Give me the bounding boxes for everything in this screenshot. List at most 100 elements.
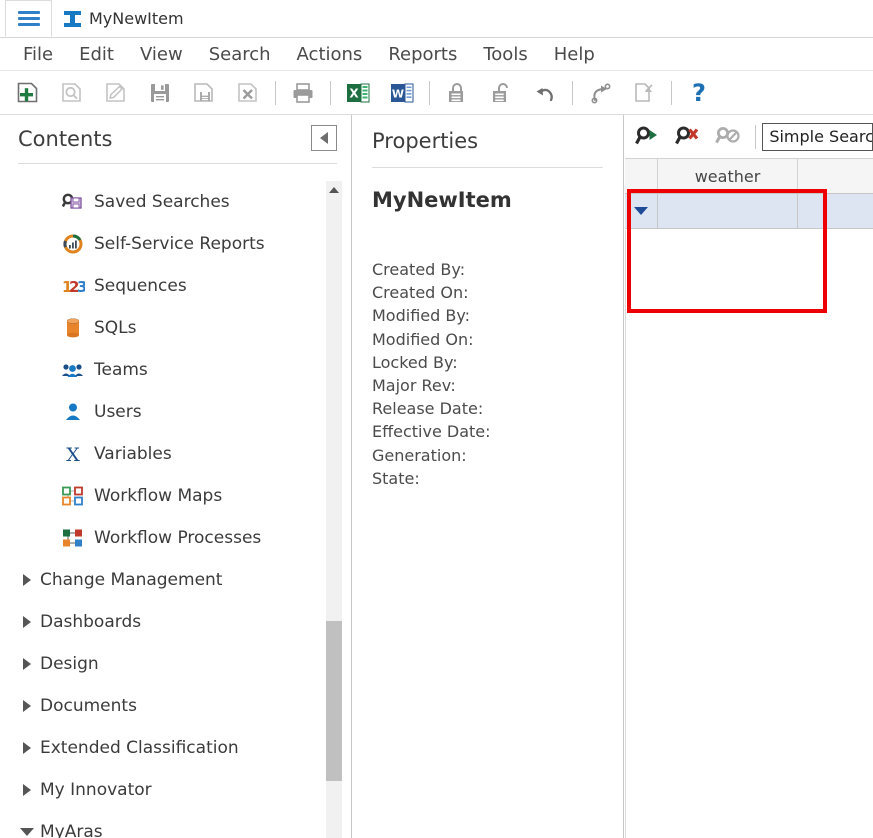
export-excel-button[interactable]: X	[336, 73, 380, 113]
property-major-rev: Major Rev:	[372, 376, 456, 396]
tree-item-sequences[interactable]: 1 2 3 Sequences	[0, 265, 330, 307]
menu-search[interactable]: Search	[196, 43, 284, 66]
menu-view[interactable]: View	[127, 43, 196, 66]
aras-item-icon	[64, 10, 81, 27]
copy-icon	[635, 82, 653, 102]
edit-item-button[interactable]	[94, 73, 138, 113]
search-results-pane: Simple Search weather https://blog.csdn.…	[625, 115, 873, 838]
workflow-processes-icon	[60, 526, 86, 550]
cancel-search-button[interactable]	[709, 117, 749, 157]
tree-item-myaras[interactable]: MyAras	[0, 811, 330, 838]
tree-item-change-management[interactable]: Change Management	[0, 559, 330, 601]
save-as-button[interactable]	[182, 73, 226, 113]
export-word-button[interactable]: W	[380, 73, 424, 113]
workflow-maps-icon	[60, 484, 86, 508]
run-search-icon	[635, 126, 658, 144]
tab-mynewitem[interactable]: MyNewItem	[52, 0, 198, 37]
tree-item-workflow-maps[interactable]: Workflow Maps	[0, 475, 330, 517]
chevron-right-icon[interactable]	[14, 574, 40, 586]
grid-corner-cell[interactable]	[625, 159, 658, 193]
chevron-right-icon[interactable]	[14, 700, 40, 712]
chevron-right-icon[interactable]	[14, 784, 40, 796]
menu-tools[interactable]: Tools	[470, 43, 540, 66]
grid-column-weather[interactable]: weather	[658, 159, 798, 193]
search-mode-select[interactable]: Simple Search	[762, 122, 873, 151]
tree-item-documents[interactable]: Documents	[0, 685, 330, 727]
grid-left-border	[625, 230, 626, 838]
chevron-right-icon[interactable]	[14, 658, 40, 670]
search-toolbar-separator	[755, 124, 757, 149]
unlock-button[interactable]	[479, 73, 523, 113]
tree-item-variables[interactable]: X Variables	[0, 433, 330, 475]
contents-tree: Saved Searches Self-Service Reports 1 2 …	[0, 181, 351, 838]
tree-item-self-service-reports[interactable]: Self-Service Reports	[0, 223, 330, 265]
new-item-button[interactable]	[6, 73, 50, 113]
clear-search-button[interactable]	[669, 117, 709, 157]
tree-item-my-innovator[interactable]: My Innovator	[0, 769, 330, 811]
contents-divider	[18, 163, 337, 164]
toolbar-separator-2	[330, 80, 331, 105]
tree-item-label: Extended Classification	[40, 737, 239, 758]
tree-item-label: SQLs	[94, 317, 137, 338]
property-generation: Generation:	[372, 445, 467, 465]
grid-empty-body	[625, 230, 873, 838]
chevron-down-icon[interactable]	[14, 828, 40, 836]
menu-help[interactable]: Help	[541, 43, 608, 66]
save-as-icon	[194, 82, 213, 102]
search-item-button[interactable]	[50, 73, 94, 113]
property-release-date: Release Date:	[372, 399, 484, 419]
tree-item-dashboards[interactable]: Dashboards	[0, 601, 330, 643]
tree-item-label: Variables	[94, 443, 172, 464]
collapse-contents-button[interactable]	[311, 125, 337, 151]
contents-scrollbar-thumb[interactable]	[326, 621, 342, 781]
grid-cell-weather[interactable]	[658, 194, 798, 228]
tree-item-saved-searches[interactable]: Saved Searches	[0, 181, 330, 223]
menu-actions[interactable]: Actions	[284, 43, 376, 66]
chevron-right-icon[interactable]	[14, 742, 40, 754]
tree-item-extended-classification[interactable]: Extended Classification	[0, 727, 330, 769]
scroll-up-button[interactable]	[326, 181, 342, 198]
tree-item-teams[interactable]: Teams	[0, 349, 330, 391]
search-item-icon	[62, 82, 81, 102]
chevron-right-icon[interactable]	[14, 616, 40, 628]
hamburger-menu-icon	[17, 8, 40, 29]
undo-button[interactable]	[523, 73, 567, 113]
run-search-button[interactable]	[629, 117, 669, 157]
toolbar-separator-5	[671, 80, 672, 105]
promote-button[interactable]	[578, 73, 622, 113]
save-button[interactable]	[138, 73, 182, 113]
lock-button[interactable]	[435, 73, 479, 113]
hamburger-menu-button[interactable]	[5, 0, 52, 37]
row-dropdown-button[interactable]	[625, 194, 658, 228]
tab-strip: MyNewItem	[0, 0, 873, 38]
menu-file[interactable]: File	[10, 43, 66, 66]
tree-item-label: Dashboards	[40, 611, 142, 632]
collapse-left-icon	[320, 132, 328, 144]
tree-item-label: Workflow Processes	[94, 527, 262, 548]
menu-bar: File Edit View Search Actions Reports To…	[0, 38, 873, 71]
tree-item-sqls[interactable]: SQLs	[0, 307, 330, 349]
edit-item-icon	[106, 82, 125, 102]
tree-item-label: Users	[94, 401, 142, 422]
main-toolbar: X W ?	[0, 71, 873, 115]
save-icon	[151, 83, 169, 102]
menu-edit[interactable]: Edit	[66, 43, 127, 66]
print-button[interactable]	[281, 73, 325, 113]
delete-item-button[interactable]	[226, 73, 270, 113]
svg-text:X: X	[349, 86, 359, 100]
users-icon	[60, 400, 86, 424]
grid-row[interactable]	[625, 194, 873, 229]
tree-item-workflow-processes[interactable]: Workflow Processes	[0, 517, 330, 559]
help-icon: ?	[692, 80, 706, 106]
menu-reports[interactable]: Reports	[375, 43, 470, 66]
copy-button[interactable]	[622, 73, 666, 113]
tree-item-users[interactable]: Users	[0, 391, 330, 433]
tree-item-label: Teams	[94, 359, 148, 380]
properties-item-name: MyNewItem	[372, 188, 512, 212]
tree-item-design[interactable]: Design	[0, 643, 330, 685]
help-button[interactable]: ?	[677, 73, 721, 113]
lock-icon	[449, 82, 463, 102]
chevron-up-icon	[329, 186, 339, 193]
property-created-on: Created On:	[372, 283, 469, 303]
export-excel-icon: X	[347, 83, 370, 102]
